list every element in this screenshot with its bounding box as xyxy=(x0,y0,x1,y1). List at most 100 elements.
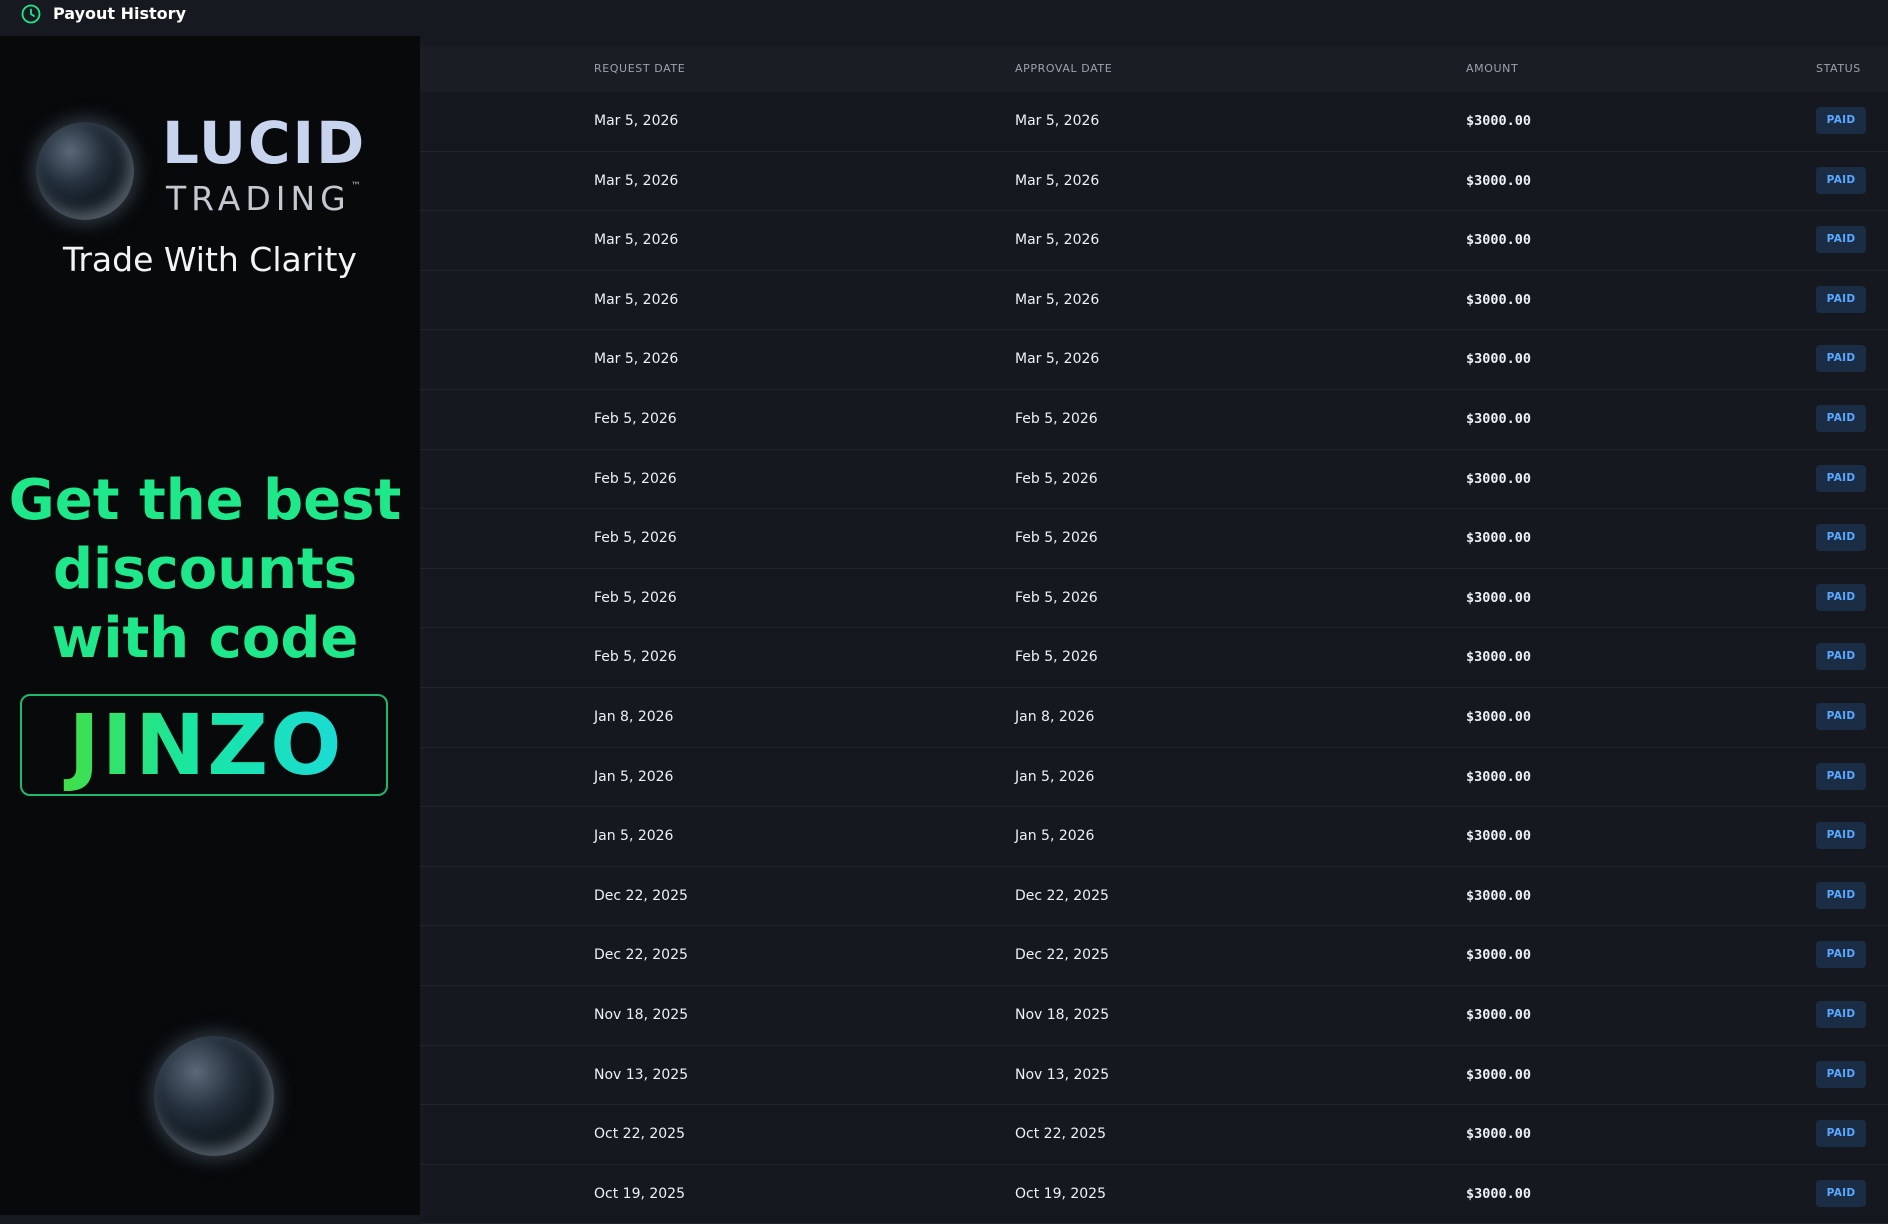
request-date-cell: Feb 5, 2026 xyxy=(594,470,677,487)
status-badge: PAID xyxy=(1816,1179,1866,1207)
promo-code-box[interactable]: JINZO xyxy=(20,694,388,796)
approval-date-cell: Dec 22, 2025 xyxy=(1015,887,1109,904)
amount-cell: $3000.00 xyxy=(1466,232,1532,249)
amount-cell: $3000.00 xyxy=(1466,291,1532,308)
approval-date-cell: Oct 22, 2025 xyxy=(1015,1126,1106,1143)
status-badge: PAID xyxy=(1816,1120,1866,1148)
amount-cell: $3000.00 xyxy=(1466,172,1532,189)
status-badge: PAID xyxy=(1816,643,1866,671)
table-row[interactable]: Oct 22, 2025 Oct 22, 2025 $3000.00 PAID xyxy=(420,1105,1888,1165)
amount-cell: $3000.00 xyxy=(1466,1006,1532,1023)
approval-date-cell: Jan 8, 2026 xyxy=(1015,708,1095,725)
column-header-request-date[interactable]: REQUEST DATE xyxy=(594,63,685,75)
column-header-amount[interactable]: AMOUNT xyxy=(1466,63,1518,75)
request-date-cell: Oct 22, 2025 xyxy=(594,1126,685,1143)
approval-date-cell: Feb 5, 2026 xyxy=(1015,470,1098,487)
request-date-cell: Nov 13, 2025 xyxy=(594,1066,689,1083)
table-row[interactable]: Jan 5, 2026 Jan 5, 2026 $3000.00 PAID xyxy=(420,807,1888,867)
request-date-cell: Feb 5, 2026 xyxy=(594,649,677,666)
table-row[interactable]: Feb 5, 2026 Feb 5, 2026 $3000.00 PAID xyxy=(420,628,1888,688)
request-date-cell: Feb 5, 2026 xyxy=(594,410,677,427)
approval-date-cell: Mar 5, 2026 xyxy=(1015,291,1100,308)
request-date-cell: Feb 5, 2026 xyxy=(594,530,677,547)
amount-cell: $3000.00 xyxy=(1466,1185,1532,1202)
status-badge: PAID xyxy=(1816,881,1866,909)
approval-date-cell: Jan 5, 2026 xyxy=(1015,828,1095,845)
approval-date-cell: Feb 5, 2026 xyxy=(1015,410,1098,427)
request-date-cell: Dec 22, 2025 xyxy=(594,887,688,904)
request-date-cell: Mar 5, 2026 xyxy=(594,232,679,249)
approval-date-cell: Dec 22, 2025 xyxy=(1015,947,1109,964)
status-badge: PAID xyxy=(1816,107,1866,134)
status-badge: PAID xyxy=(1816,702,1866,730)
table-row[interactable]: Mar 5, 2026 Mar 5, 2026 $3000.00 PAID xyxy=(420,270,1888,331)
promo-line: Get the best xyxy=(8,468,402,533)
table-row[interactable]: Mar 5, 2026 Mar 5, 2026 $3000.00 PAID xyxy=(420,151,1888,212)
approval-date-cell: Mar 5, 2026 xyxy=(1015,113,1100,129)
clock-icon xyxy=(21,4,41,24)
request-date-cell: Mar 5, 2026 xyxy=(594,351,679,368)
promo-banner[interactable]: LUCID TRADING™ Trade With Clarity Get th… xyxy=(0,36,420,1215)
promo-line: discounts xyxy=(52,537,358,602)
request-date-cell: Jan 5, 2026 xyxy=(594,828,674,845)
table-row[interactable]: Mar 5, 2026 Mar 5, 2026 $3000.00 PAID xyxy=(420,92,1888,152)
decorative-orb xyxy=(154,1036,274,1156)
status-badge: PAID xyxy=(1816,822,1866,850)
amount-cell: $3000.00 xyxy=(1466,768,1532,785)
request-date-cell: Mar 5, 2026 xyxy=(594,172,679,189)
table-row[interactable]: Feb 5, 2026 Feb 5, 2026 $3000.00 PAID xyxy=(420,449,1888,510)
table-row[interactable]: Jan 8, 2026 Jan 8, 2026 $3000.00 PAID xyxy=(420,687,1888,748)
brand-name: LUCID xyxy=(162,109,367,177)
status-badge: PAID xyxy=(1816,404,1866,432)
table-row[interactable]: Feb 5, 2026 Feb 5, 2026 $3000.00 PAID xyxy=(420,389,1888,450)
approval-date-cell: Nov 13, 2025 xyxy=(1015,1066,1110,1083)
table-row[interactable]: Feb 5, 2026 Feb 5, 2026 $3000.00 PAID xyxy=(420,509,1888,569)
request-date-cell: Dec 22, 2025 xyxy=(594,947,688,964)
table-row[interactable]: Nov 18, 2025 Nov 18, 2025 $3000.00 PAID xyxy=(420,985,1888,1046)
table-row[interactable]: Dec 22, 2025 Dec 22, 2025 $3000.00 PAID xyxy=(420,926,1888,986)
status-badge: PAID xyxy=(1816,345,1866,373)
amount-cell: $3000.00 xyxy=(1466,351,1532,368)
column-header-status[interactable]: STATUS xyxy=(1816,63,1861,75)
page-title: Payout History xyxy=(53,4,186,23)
status-badge: PAID xyxy=(1816,166,1866,194)
column-header-approval-date[interactable]: APPROVAL DATE xyxy=(1015,63,1112,75)
request-date-cell: Nov 18, 2025 xyxy=(594,1006,689,1023)
table-row[interactable]: Jan 5, 2026 Jan 5, 2026 $3000.00 PAID xyxy=(420,747,1888,808)
amount-cell: $3000.00 xyxy=(1466,410,1532,427)
approval-date-cell: Mar 5, 2026 xyxy=(1015,172,1100,189)
status-badge: PAID xyxy=(1816,1060,1866,1088)
approval-date-cell: Feb 5, 2026 xyxy=(1015,649,1098,666)
table-row[interactable]: Mar 5, 2026 Mar 5, 2026 $3000.00 PAID xyxy=(420,330,1888,390)
amount-cell: $3000.00 xyxy=(1466,530,1532,547)
status-badge: PAID xyxy=(1816,285,1866,313)
payout-table: REQUEST DATE APPROVAL DATE AMOUNT STATUS… xyxy=(420,46,1888,1224)
amount-cell: $3000.00 xyxy=(1466,887,1532,904)
amount-cell: $3000.00 xyxy=(1466,649,1532,666)
table-row[interactable]: Dec 22, 2025 Dec 22, 2025 $3000.00 PAID xyxy=(420,866,1888,927)
table-row[interactable]: Nov 13, 2025 Nov 13, 2025 $3000.00 PAID xyxy=(420,1045,1888,1106)
status-badge: PAID xyxy=(1816,464,1866,492)
amount-cell: $3000.00 xyxy=(1466,1126,1532,1143)
status-badge: PAID xyxy=(1816,226,1866,254)
table-body: Mar 5, 2026 Mar 5, 2026 $3000.00 PAID Mar 5,… xyxy=(420,92,1888,1224)
table-row[interactable]: Feb 5, 2026 Feb 5, 2026 $3000.00 PAID xyxy=(420,568,1888,629)
brand-orb-logo xyxy=(36,122,134,220)
approval-date-cell: Oct 19, 2025 xyxy=(1015,1185,1106,1202)
status-badge: PAID xyxy=(1816,583,1866,611)
request-date-cell: Mar 5, 2026 xyxy=(594,291,679,308)
brand-subtitle: TRADING™ xyxy=(166,179,361,218)
request-date-cell: Jan 8, 2026 xyxy=(594,708,674,725)
amount-cell: $3000.00 xyxy=(1466,947,1532,964)
approval-date-cell: Nov 18, 2025 xyxy=(1015,1006,1110,1023)
table-row[interactable]: Mar 5, 2026 Mar 5, 2026 $3000.00 PAID xyxy=(420,211,1888,271)
promo-text: Get the best discounts with code xyxy=(0,466,410,673)
request-date-cell: Feb 5, 2026 xyxy=(594,589,677,606)
request-date-cell: Oct 19, 2025 xyxy=(594,1185,685,1202)
table-row[interactable]: Oct 19, 2025 Oct 19, 2025 $3000.00 PAID xyxy=(420,1164,1888,1224)
amount-cell: $3000.00 xyxy=(1466,589,1532,606)
status-badge: PAID xyxy=(1816,762,1866,790)
status-badge: PAID xyxy=(1816,1000,1866,1028)
table-header: REQUEST DATE APPROVAL DATE AMOUNT STATUS xyxy=(420,46,1888,92)
amount-cell: $3000.00 xyxy=(1466,1066,1532,1083)
